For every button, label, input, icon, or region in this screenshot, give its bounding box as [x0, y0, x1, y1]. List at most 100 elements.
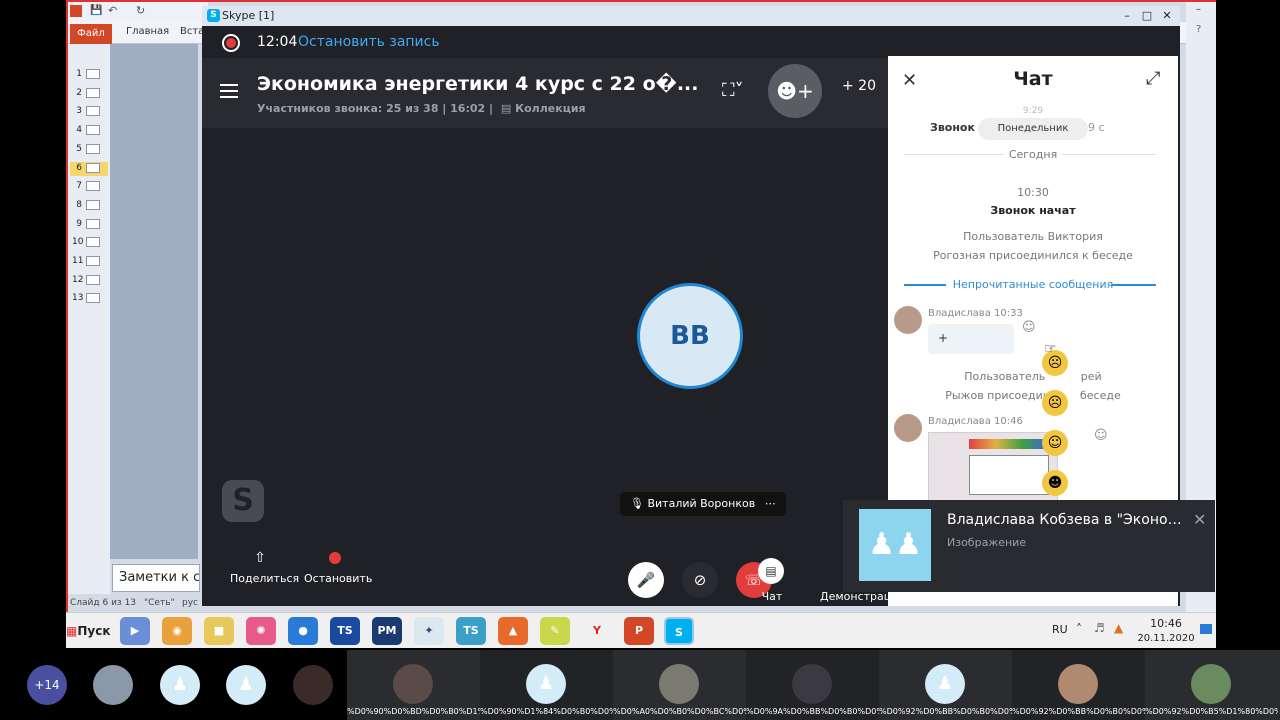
participant-avatar[interactable] — [293, 665, 333, 705]
media-player-icon[interactable]: ▶ — [120, 617, 150, 645]
participant-tile[interactable]: %D0%9A%D0%BB%D0%B0%D0%B... — [746, 650, 879, 720]
slide-thumbnail[interactable]: 12 — [70, 274, 108, 288]
notes-pane[interactable]: Заметки к с — [112, 564, 200, 592]
ts-app-icon[interactable]: TS — [330, 617, 360, 645]
slide-editor[interactable] — [110, 44, 198, 559]
network-icon[interactable]: ▲ — [1114, 621, 1123, 635]
slide-thumbnail[interactable]: 4 — [70, 124, 108, 138]
minimize-icon[interactable]: – — [1196, 4, 1201, 15]
microphone-button[interactable]: 🎤 — [628, 562, 664, 598]
slide-thumbnail[interactable]: 2 — [70, 87, 108, 101]
blue-app-icon[interactable]: ● — [288, 617, 318, 645]
slide-number: 9 — [76, 218, 82, 229]
tab-insert[interactable]: Вста — [180, 26, 204, 37]
close-button[interactable]: ✕ — [1158, 8, 1176, 24]
unread-divider-right — [1112, 284, 1156, 286]
collection-link[interactable]: Коллекция — [515, 102, 586, 115]
expand-icon[interactable]: ⤢ — [1146, 68, 1160, 89]
participant-name: %D0%9A%D0%BB%D0%B0%D0%B... — [746, 707, 879, 716]
participant-tile[interactable]: %D0%A0%D0%B0%D0%BC%D0%B... — [613, 650, 746, 720]
call-ended-tail: 9 с — [1088, 121, 1105, 134]
emoji-laugh-icon[interactable]: ☻ — [1042, 470, 1068, 496]
slide-thumbnail[interactable]: 6 — [70, 161, 108, 176]
participant-tile[interactable]: %D0%92%D0%B5%D1%80%D0%B0... — [1145, 650, 1280, 720]
skype-taskbar-icon[interactable]: S — [664, 617, 694, 645]
help-icon[interactable]: ? — [1196, 24, 1201, 35]
emoji-smile-icon[interactable]: ☺ — [1042, 430, 1068, 456]
slide-thumbnail[interactable]: 5 — [70, 143, 108, 157]
window-title: Skype [1] — [222, 9, 275, 22]
yandex-icon[interactable]: Y — [582, 617, 612, 645]
redo-icon[interactable]: ↻ — [136, 4, 145, 17]
add-participant-button[interactable]: ☻+ — [768, 64, 822, 118]
participant-avatar[interactable] — [93, 665, 133, 705]
minimize-button[interactable]: – — [1118, 8, 1136, 24]
more-options-icon[interactable]: ⋯ — [765, 497, 776, 510]
start-button[interactable]: ▦Пуск — [66, 617, 110, 645]
participant-tile[interactable]: %D0%90%D0%BD%D0%B0%D1%81... — [347, 650, 480, 720]
participant-avatar — [1058, 664, 1098, 704]
slide-thumbnail[interactable]: 7 — [70, 180, 108, 194]
powerpoint-icon[interactable]: P — [624, 617, 654, 645]
more-participants-count[interactable]: + 20 — [842, 78, 876, 94]
hamburger-menu-icon[interactable] — [220, 84, 238, 98]
share-control[interactable]: ⇧ Поделиться — [230, 550, 300, 585]
slide-preview-icon — [86, 218, 100, 229]
react-icon[interactable]: ☺ — [1094, 428, 1108, 443]
slide-thumbnail[interactable]: 10 — [70, 236, 108, 250]
file-tab[interactable]: Файл — [70, 24, 112, 44]
folder-icon[interactable]: ■ — [204, 617, 234, 645]
clock-date[interactable]: 20.11.2020 — [1136, 633, 1196, 644]
pinwheel-app-icon[interactable]: ✺ — [246, 617, 276, 645]
tab-home[interactable]: Главная — [126, 26, 169, 37]
message-bubble[interactable]: + — [928, 324, 1014, 354]
slide-number: 6 — [76, 162, 82, 173]
volume-icon[interactable]: ♬ — [1094, 621, 1105, 635]
editor-app-icon[interactable]: ✎ — [540, 617, 570, 645]
start-label: Пуск — [77, 624, 111, 638]
participant-tile[interactable]: ♟ %D0%92%D0%BB%D0%B0%D0%B... — [879, 650, 1012, 720]
slide-thumbnail[interactable]: 1 — [70, 68, 108, 82]
maximize-button[interactable]: □ — [1138, 8, 1156, 24]
slide-thumbnail[interactable]: 9 — [70, 218, 108, 232]
close-icon[interactable]: ✕ — [1193, 510, 1206, 529]
slide-number: 13 — [72, 293, 84, 304]
parrot-app-icon[interactable]: ▲ — [498, 617, 528, 645]
clock-time[interactable]: 10:46 — [1136, 617, 1196, 630]
undo-icon[interactable]: ↶ — [108, 4, 117, 17]
join-notice-2-b: рей — [1080, 370, 1102, 383]
user-icon[interactable]: ♟ — [160, 665, 200, 705]
layout-switch-icon[interactable]: ⛶˅ — [722, 80, 744, 101]
participant-tile[interactable]: %D0%92%D0%BB%D0%B0%D0%B... — [1012, 650, 1145, 720]
slide-thumbnail[interactable]: 3 — [70, 105, 108, 119]
message-meta: Владислава 10:33 — [928, 308, 1023, 319]
slide-thumbnail[interactable]: 13 — [70, 292, 108, 306]
chrome-icon[interactable]: ◉ — [162, 617, 192, 645]
bird-app-icon[interactable]: ✦ — [414, 617, 444, 645]
user-icon[interactable]: ♟ — [226, 665, 266, 705]
chat-control[interactable]: ▤ Чат — [758, 558, 786, 603]
participant-tile[interactable]: ♟ %D0%90%D1%84%D0%B0%D0%B... — [480, 650, 613, 720]
slide-thumbnail[interactable]: 8 — [70, 199, 108, 213]
react-icon[interactable]: ☺ — [1022, 320, 1036, 335]
ts2-app-icon[interactable]: TS — [456, 617, 486, 645]
camera-off-button[interactable]: ⊘ — [682, 562, 718, 598]
participant-name: %D0%92%D0%BB%D0%B0%D0%B... — [1012, 707, 1145, 716]
speaker-avatar: BB — [637, 283, 743, 389]
stop-control[interactable]: Остановить — [304, 550, 372, 585]
quick-access-toolbar: 💾 ↶ ↻ — [68, 2, 208, 22]
show-desktop-icon[interactable] — [1200, 624, 1212, 634]
gallery-icon[interactable]: ▤ — [501, 102, 511, 115]
language-indicator[interactable]: RU — [1052, 623, 1068, 636]
share-label: Поделиться — [230, 572, 300, 585]
stop-recording-link[interactable]: Остановить запись — [298, 34, 440, 50]
slide-thumbnail[interactable]: 11 — [70, 255, 108, 269]
pm-app-icon[interactable]: PM — [372, 617, 402, 645]
notification-toast[interactable]: ♟♟ Владислава Кобзева в "Экономи... Изоб… — [843, 500, 1215, 592]
recording-bar: 12:04 Остановить запись — [202, 26, 1180, 58]
tray-arrow-icon[interactable]: ˄ — [1076, 622, 1082, 636]
more-participants-badge[interactable]: +14 — [27, 665, 67, 705]
emoji-worried-icon[interactable]: ☹ — [1042, 390, 1068, 416]
theme-name: "Сеть" — [144, 598, 175, 608]
save-icon[interactable]: 💾 — [90, 5, 102, 16]
